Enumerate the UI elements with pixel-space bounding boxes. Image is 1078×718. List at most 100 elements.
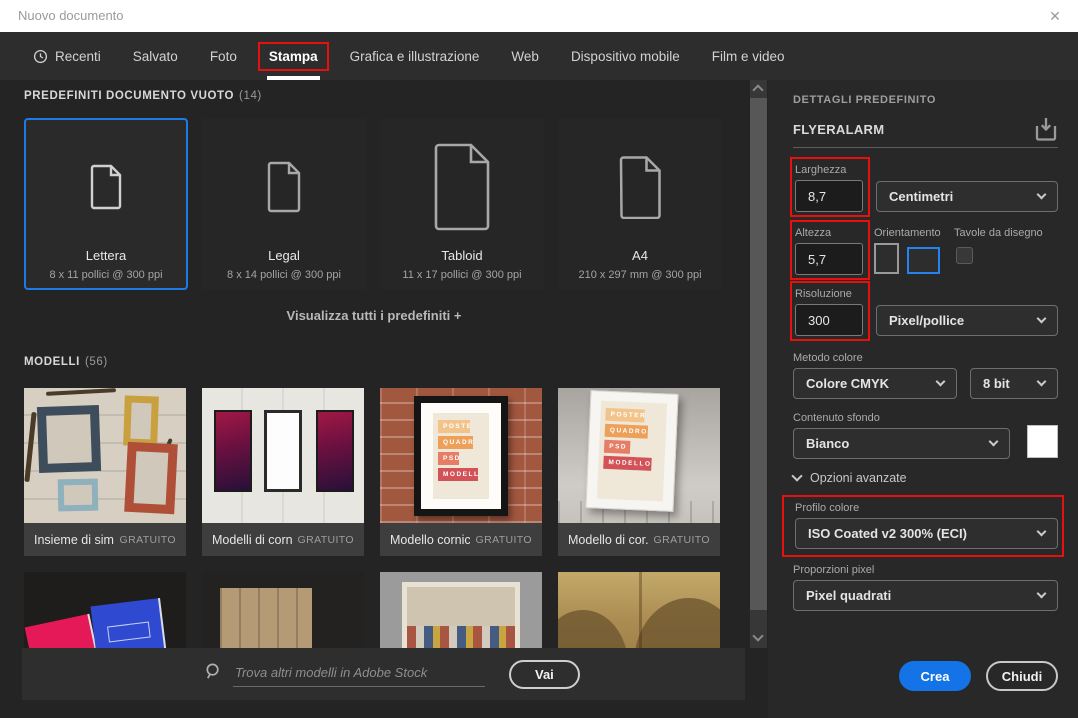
preset-spec: 210 x 297 mm @ 300 ppi bbox=[578, 269, 701, 281]
template-thumbnail bbox=[24, 572, 186, 648]
resolution-unit-value: Pixel/pollice bbox=[889, 313, 964, 328]
presets-pane: PREDEFINITI DOCUMENTO VUOTO(14) Lettera … bbox=[0, 80, 748, 718]
dialog-title: Nuovo documento bbox=[18, 8, 124, 23]
download-preset-icon[interactable] bbox=[1034, 116, 1058, 147]
clock-icon bbox=[33, 49, 48, 64]
advanced-options-label: Opzioni avanzate bbox=[810, 471, 907, 485]
tab-grafica[interactable]: Grafica e illustrazione bbox=[339, 32, 491, 80]
category-tabbar: Recenti Salvato Foto Stampa Grafica e il… bbox=[0, 32, 1078, 80]
search-input[interactable] bbox=[233, 661, 485, 687]
tab-dispositivo-mobile[interactable]: Dispositivo mobile bbox=[560, 32, 691, 80]
tab-label-annotated: Stampa bbox=[258, 42, 329, 71]
chevron-down-icon bbox=[936, 376, 946, 386]
template-thumbnail bbox=[558, 572, 720, 648]
titlebar: Nuovo documento ✕ bbox=[0, 0, 1078, 32]
template-poster-wall[interactable]: Modelli di corn... GRATUITO bbox=[202, 388, 364, 556]
height-input[interactable] bbox=[795, 243, 863, 275]
height-label: Altezza bbox=[795, 227, 831, 239]
left-pane-scrollbar[interactable] bbox=[750, 80, 767, 648]
poster-word: PSD bbox=[604, 440, 630, 454]
pixel-ratio-select[interactable]: Pixel quadrati bbox=[793, 580, 1058, 611]
template-brick-frame[interactable]: POSTER QUADRO PSD MODELLO Modello cornic… bbox=[380, 388, 542, 556]
templates-heading: MODELLI (56) bbox=[24, 356, 108, 368]
color-mode-select[interactable]: Colore CMYK bbox=[793, 368, 957, 399]
tab-label: Recenti bbox=[55, 49, 101, 64]
document-name-field[interactable]: FLYERALARM bbox=[793, 122, 884, 137]
page-icon bbox=[560, 128, 720, 246]
tab-salvato[interactable]: Salvato bbox=[122, 32, 189, 80]
preset-lettera[interactable]: Lettera 8 x 11 pollici @ 300 ppi bbox=[24, 118, 188, 290]
orientation-label: Orientamento bbox=[874, 227, 941, 239]
tab-label: Salvato bbox=[122, 42, 189, 71]
tab-stampa[interactable]: Stampa bbox=[258, 32, 329, 80]
orientation-landscape-icon[interactable] bbox=[907, 247, 940, 274]
blank-presets-count: (14) bbox=[239, 90, 262, 102]
preset-spec: 8 x 11 pollici @ 300 ppi bbox=[49, 269, 162, 281]
template-name: Modelli di corn... bbox=[212, 533, 292, 547]
preset-tabloid[interactable]: Tabloid 11 x 17 pollici @ 300 ppi bbox=[380, 118, 544, 290]
preset-name: Lettera bbox=[86, 248, 126, 263]
poster-word: QUADRO bbox=[605, 424, 648, 439]
preset-a4[interactable]: A4 210 x 297 mm @ 300 ppi bbox=[558, 118, 722, 290]
close-button[interactable]: Chiudi bbox=[986, 661, 1058, 691]
preset-name: A4 bbox=[632, 248, 648, 263]
scroll-down-icon[interactable] bbox=[752, 630, 763, 641]
preset-spec: 11 x 17 pollici @ 300 ppi bbox=[402, 269, 521, 281]
document-name-row: FLYERALARM bbox=[793, 114, 1058, 148]
page-icon bbox=[382, 128, 542, 246]
template-thumbnail: POSTER QUADRO PSD MODELLO bbox=[558, 388, 720, 523]
unit-value: Centimetri bbox=[889, 189, 953, 204]
template-badge: GRATUITO bbox=[298, 534, 354, 546]
tab-recenti[interactable]: Recenti bbox=[22, 32, 112, 80]
width-input[interactable] bbox=[795, 180, 863, 212]
preset-legal[interactable]: Legal 8 x 14 pollici @ 300 ppi bbox=[202, 118, 366, 290]
tab-foto[interactable]: Foto bbox=[199, 32, 248, 80]
background-color-swatch[interactable] bbox=[1027, 425, 1058, 458]
new-document-dialog: Nuovo documento ✕ Recenti Salvato Foto S… bbox=[0, 0, 1078, 718]
template-thumbnail bbox=[24, 388, 186, 523]
template-frames-set[interactable]: Insieme di sim... GRATUITO bbox=[24, 388, 186, 556]
resolution-unit-select[interactable]: Pixel/pollice bbox=[876, 305, 1058, 336]
bit-depth-select[interactable]: 8 bit bbox=[970, 368, 1058, 399]
advanced-options-toggle[interactable]: Opzioni avanzate bbox=[793, 471, 907, 485]
chevron-down-icon bbox=[989, 436, 999, 446]
close-icon[interactable]: ✕ bbox=[1042, 4, 1068, 28]
tab-label: Web bbox=[500, 42, 550, 71]
orientation-portrait-icon[interactable] bbox=[874, 243, 899, 274]
background-label: Contenuto sfondo bbox=[793, 412, 880, 424]
scrollbar-thumb[interactable] bbox=[750, 98, 767, 610]
template-badge: GRATUITO bbox=[120, 534, 176, 546]
template-row-1: Insieme di sim... GRATUITO Modelli di co… bbox=[24, 388, 720, 556]
show-all-presets-link[interactable]: Visualizza tutti i predefiniti + bbox=[0, 308, 748, 323]
color-profile-select[interactable]: ISO Coated v2 300% (ECI) bbox=[795, 518, 1058, 549]
unit-select[interactable]: Centimetri bbox=[876, 181, 1058, 212]
template-vintage-landscape[interactable] bbox=[558, 572, 720, 648]
chevron-down-icon bbox=[1037, 313, 1047, 323]
width-label: Larghezza bbox=[795, 164, 846, 176]
preset-details-panel: DETTAGLI PREDEFINITO FLYERALARM Larghezz… bbox=[768, 80, 1078, 718]
template-book-mockup[interactable] bbox=[24, 572, 186, 648]
poster-word: PSD bbox=[438, 452, 459, 465]
template-badge: GRATUITO bbox=[654, 534, 710, 546]
tab-film-e-video[interactable]: Film e video bbox=[701, 32, 796, 80]
resolution-input[interactable] bbox=[795, 304, 863, 336]
template-photo-mockup[interactable] bbox=[380, 572, 542, 648]
poster-word: QUADRO bbox=[438, 436, 473, 449]
create-button[interactable]: Crea bbox=[899, 661, 971, 691]
search-go-button[interactable]: Vai bbox=[509, 660, 580, 689]
preset-row: Lettera 8 x 11 pollici @ 300 ppi Legal 8… bbox=[24, 118, 722, 290]
templates-title: MODELLI bbox=[24, 356, 80, 368]
templates-count: (56) bbox=[85, 356, 108, 368]
poster-word: MODELLO bbox=[438, 468, 478, 481]
template-leaning-frame[interactable]: POSTER QUADRO PSD MODELLO Modello di cor… bbox=[558, 388, 720, 556]
template-wood-mockup[interactable] bbox=[202, 572, 364, 648]
template-badge: GRATUITO bbox=[476, 534, 532, 546]
tab-label: Film e video bbox=[701, 42, 796, 71]
tab-web[interactable]: Web bbox=[500, 32, 550, 80]
background-select[interactable]: Bianco bbox=[793, 428, 1010, 459]
page-icon bbox=[204, 128, 364, 246]
scroll-up-icon[interactable] bbox=[752, 84, 763, 95]
chevron-down-icon bbox=[1037, 588, 1047, 598]
preset-name: Tabloid bbox=[441, 248, 482, 263]
artboards-checkbox[interactable] bbox=[956, 247, 973, 264]
